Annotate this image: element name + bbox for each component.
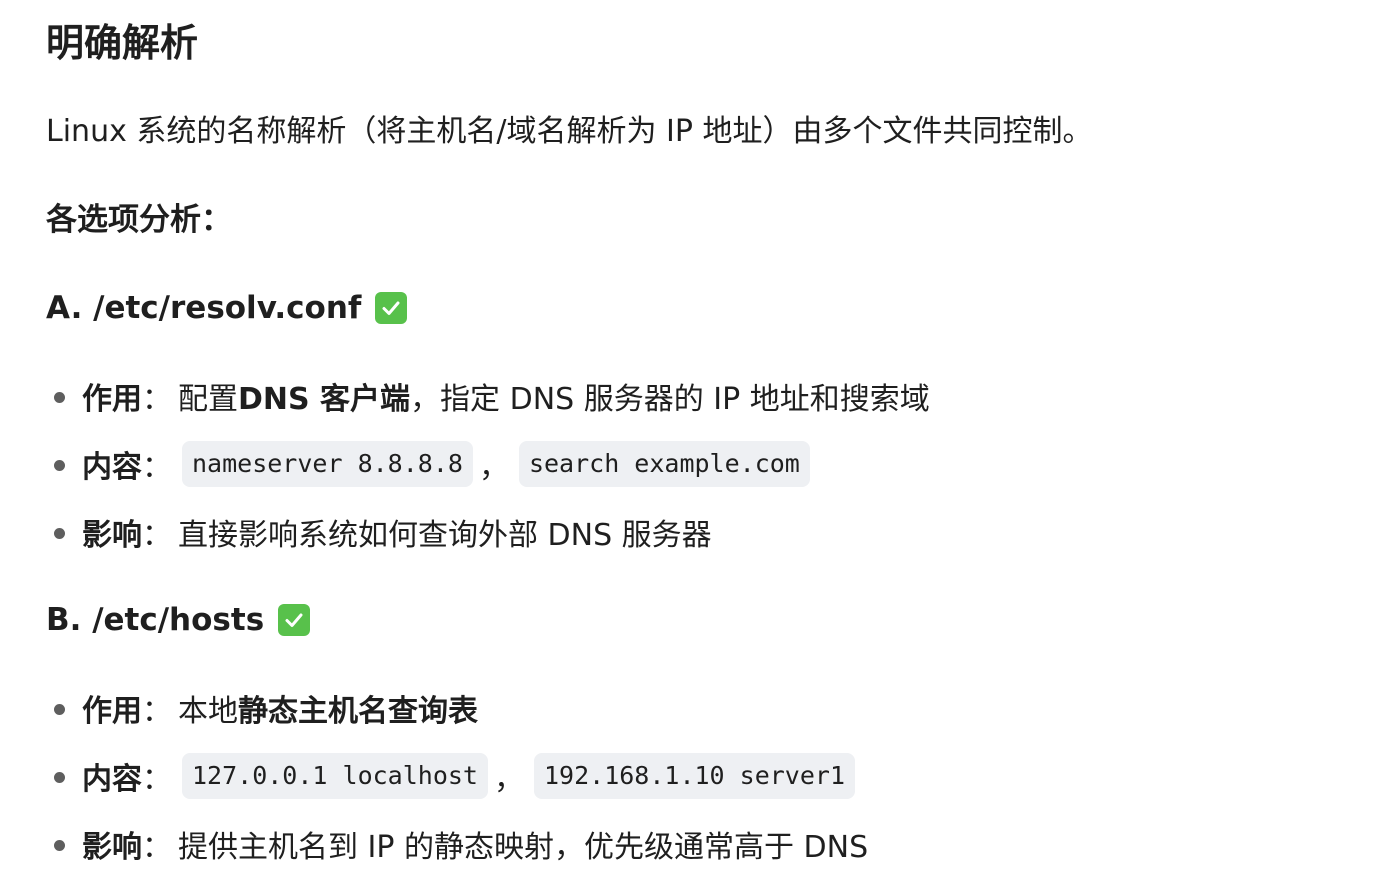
option-b-heading: B. /etc/hosts (46, 598, 311, 642)
bullet-separator: ： (142, 830, 172, 865)
bullet-separator: ： (142, 518, 172, 553)
page-title: 明确解析 (46, 21, 199, 65)
bullet-text: 配置 (178, 382, 238, 417)
option-a-heading: A. /etc/resolv.conf (46, 286, 408, 330)
inline-code: search example.com (518, 441, 810, 487)
bullet-text: 本地 (178, 694, 238, 729)
answer-document: 明确解析 Linux 系统的名称解析（将主机名/域名解析为 IP 地址）由多个文… (0, 0, 1384, 880)
bullet-text: 直接影响系统如何查询外部 DNS 服务器 (178, 518, 712, 553)
inline-code: 127.0.0.1 localhost (182, 753, 488, 799)
inline-code: nameserver 8.8.8.8 (182, 441, 473, 487)
check-mark-icon (278, 604, 311, 636)
bullet-separator: ： (142, 694, 172, 729)
bullet-bold-text: DNS 客户端 (238, 382, 411, 417)
options-analysis-heading: 各选项分析： (46, 202, 232, 238)
bullet-label: 内容 (82, 450, 142, 485)
bullet-label: 作用 (82, 694, 142, 729)
bullet-separator: ： (142, 382, 172, 417)
bullet-text: ，指定 DNS 服务器的 IP 地址和搜索域 (410, 382, 930, 417)
bullet-label: 影响 (82, 830, 142, 865)
list-item: 内容： 127.0.0.1 localhost， 192.168.1.10 serv… (0, 742, 1384, 810)
check-mark-icon (375, 292, 408, 324)
option-a-bullet-list: 作用：配置 DNS 客户端 ，指定 DNS 服务器的 IP 地址和搜索域 内容： n… (0, 362, 1384, 566)
intro-paragraph: Linux 系统的名称解析（将主机名/域名解析为 IP 地址）由多个文件共同控制… (46, 114, 1093, 149)
option-b-heading-text: B. /etc/hosts (46, 602, 265, 638)
list-item: 作用：本地 静态主机名查询表 (0, 674, 1384, 742)
list-item: 内容： nameserver 8.8.8.8， search example.com (0, 430, 1384, 498)
bullet-label: 作用 (82, 382, 142, 417)
option-b-bullet-list: 作用：本地 静态主机名查询表 内容： 127.0.0.1 localhost， 192… (0, 674, 1384, 878)
inline-code: 192.168.1.10 server1 (533, 753, 856, 799)
list-item: 影响：提供主机名到 IP 的静态映射，优先级通常高于 DNS (0, 810, 1384, 878)
list-item: 作用：配置 DNS 客户端 ，指定 DNS 服务器的 IP 地址和搜索域 (0, 362, 1384, 430)
bullet-separator: ： (142, 450, 172, 485)
list-item: 影响：直接影响系统如何查询外部 DNS 服务器 (0, 498, 1384, 566)
option-a-heading-text: A. /etc/resolv.conf (46, 290, 362, 326)
bullet-bold-text: 静态主机名查询表 (238, 694, 478, 729)
bullet-comma: ， (478, 450, 509, 485)
bullet-label: 影响 (82, 518, 142, 553)
bullet-label: 内容 (82, 762, 142, 797)
bullet-separator: ： (142, 762, 172, 797)
bullet-comma: ， (493, 762, 524, 797)
bullet-text: 提供主机名到 IP 的静态映射，优先级通常高于 DNS (178, 830, 869, 865)
